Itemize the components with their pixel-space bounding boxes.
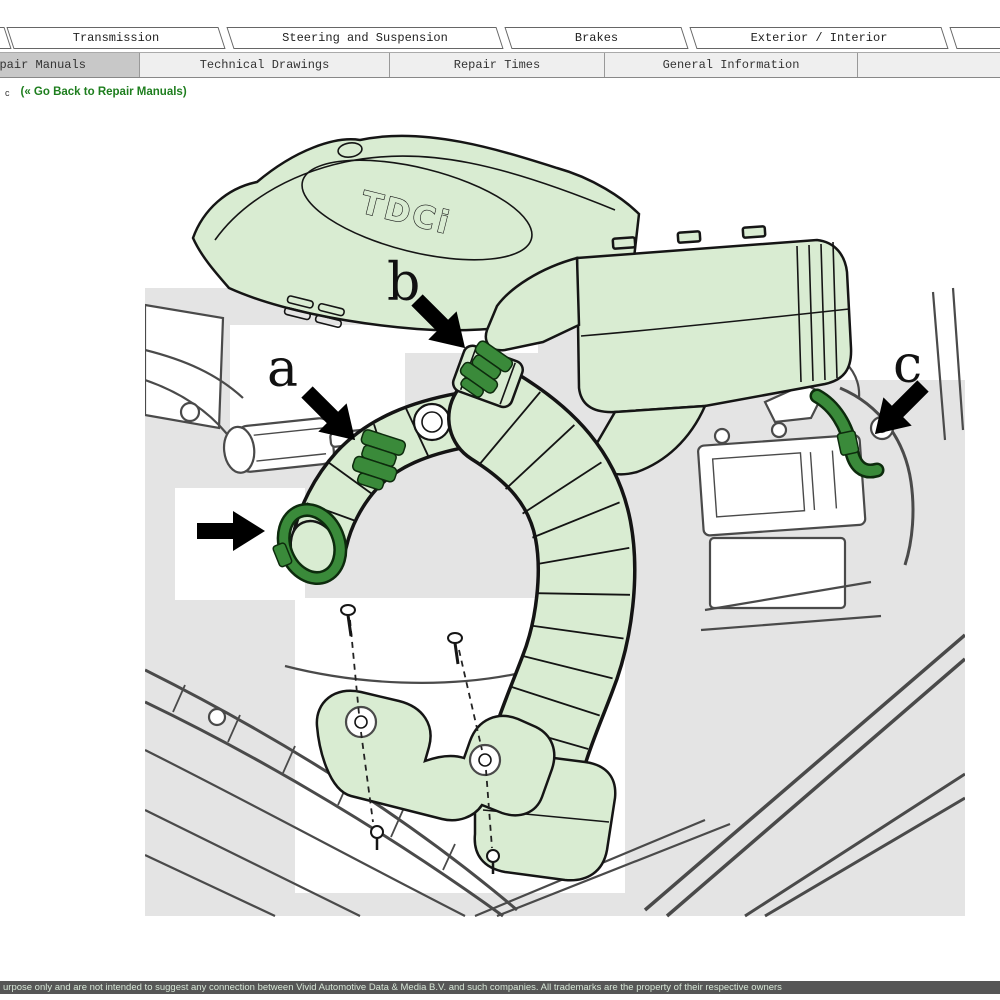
tab-bar-filler [858, 53, 1000, 77]
tab-label: Repair Times [454, 58, 540, 72]
engine-diagram: TDCi [145, 110, 965, 922]
tab-label: Technical Drawings [200, 58, 330, 72]
breadcrumb: c (« Go Back to Repair Manuals) [0, 86, 187, 98]
tab-stub-right[interactable] [949, 27, 1000, 49]
tab-label: Repair Manuals [0, 58, 86, 72]
tab-brakes[interactable]: Brakes [504, 27, 688, 49]
filler-cap [414, 404, 450, 440]
tab-label: Exterior / Interior [694, 28, 944, 48]
link-prefix: c [5, 88, 10, 98]
app-window: Transmission Steering and Suspension Bra… [0, 0, 1000, 1000]
tab-exterior-interior[interactable]: Exterior / Interior [689, 27, 948, 49]
tab-steering-suspension[interactable]: Steering and Suspension [226, 27, 503, 49]
primary-tab-bar: Transmission Steering and Suspension Bra… [0, 27, 1000, 51]
callout-b: b [387, 253, 420, 313]
callout-c: c [893, 335, 922, 395]
tab-label: Steering and Suspension [231, 28, 499, 48]
status-bar: urpose only and are not intended to sugg… [0, 981, 1000, 994]
bracket-hole [470, 745, 500, 775]
disclaimer-text: urpose only and are not intended to sugg… [3, 982, 782, 993]
tab-general-information[interactable]: General Information [605, 53, 858, 77]
tab-label: General Information [663, 58, 800, 72]
go-back-link[interactable]: (« Go Back to Repair Manuals) [21, 86, 187, 98]
tab-technical-drawings[interactable]: Technical Drawings [140, 53, 390, 77]
tab-repair-times[interactable]: Repair Times [390, 53, 605, 77]
tab-label: Transmission [11, 28, 221, 48]
tab-repair-manuals[interactable]: Repair Manuals [0, 53, 140, 77]
secondary-tab-bar: Repair Manuals Technical Drawings Repair… [0, 52, 1000, 78]
tab-label: Brakes [509, 28, 684, 48]
diagram-panel: TDCi [145, 110, 965, 922]
callout-a: a [267, 339, 298, 399]
tab-transmission[interactable]: Transmission [6, 27, 225, 49]
